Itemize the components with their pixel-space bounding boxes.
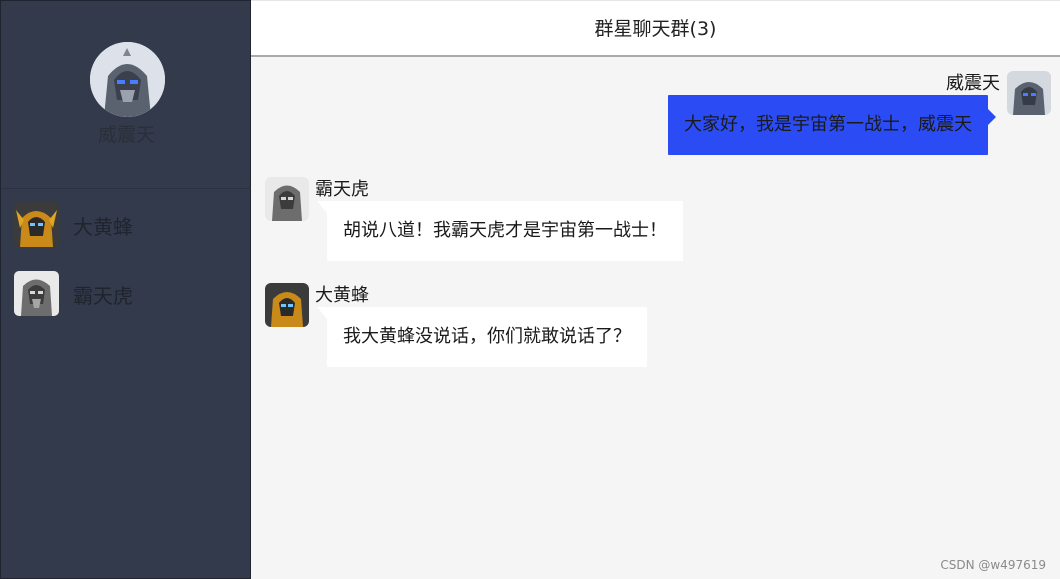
- message-bubble: 我大黄蜂没说话，你们就敢说话了？: [317, 307, 647, 367]
- message-sender: 霸天虎: [315, 179, 369, 200]
- contact-name: 大黄蜂: [73, 215, 133, 239]
- contact-item-decepticon[interactable]: 霸天虎: [1, 260, 252, 322]
- sidebar: 威震天 大黄蜂 霸天虎: [0, 0, 252, 579]
- chat-panel: 群星聊天群(3) 威震天 大家好，我是宇宙第一战士，威震天 霸天虎 胡说八道！我…: [251, 0, 1060, 579]
- message-bubble: 大家好，我是宇宙第一战士，威震天: [668, 95, 996, 155]
- user-name: 威震天: [97, 124, 155, 146]
- megatron-avatar-icon[interactable]: [90, 42, 165, 117]
- decepticon-avatar-icon: [14, 271, 59, 316]
- chat-title: 群星聊天群(3): [251, 0, 1060, 57]
- message-sender: 威震天: [946, 73, 1000, 94]
- watermark: CSDN @w497619: [940, 558, 1046, 572]
- contact-name: 霸天虎: [73, 284, 133, 308]
- bumblebee-avatar-icon[interactable]: [265, 283, 309, 327]
- message-bubble: 胡说八道！我霸天虎才是宇宙第一战士！: [317, 201, 683, 261]
- contact-item-bumblebee[interactable]: 大黄蜂: [1, 191, 252, 253]
- bumblebee-avatar-icon: [14, 202, 59, 247]
- user-profile: 威震天: [1, 1, 252, 189]
- megatron-avatar-icon[interactable]: [1007, 71, 1051, 115]
- message-sender: 大黄蜂: [315, 285, 369, 306]
- decepticon-avatar-icon[interactable]: [265, 177, 309, 221]
